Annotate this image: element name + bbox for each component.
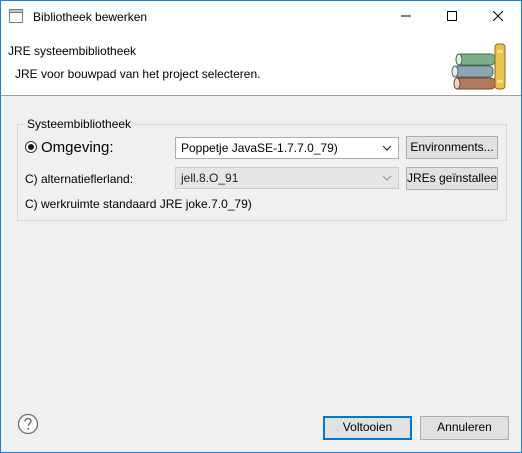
maximize-button[interactable] [429, 1, 475, 31]
app-icon [9, 9, 23, 23]
close-icon [493, 11, 503, 21]
window-title: Bibliotheek bewerken [33, 10, 148, 24]
header-banner: JRE systeembibliotheek JRE voor bouwpad … [1, 31, 521, 95]
alternate-jre-select[interactable]: jell.8.O_91 [175, 167, 399, 189]
environment-label[interactable]: Omgeving: [41, 139, 114, 156]
group-label: Systeembibliotheek [25, 117, 134, 131]
environments-button[interactable]: Environments... [406, 136, 498, 159]
minimize-button[interactable] [383, 1, 429, 31]
maximize-icon [447, 11, 457, 21]
close-button[interactable] [475, 1, 521, 31]
radio-selected-dot [28, 144, 34, 150]
library-books-icon [451, 43, 506, 90]
minimize-icon [401, 15, 411, 17]
alternate-jre-label[interactable]: C) alternatieflerland: [25, 172, 133, 186]
environment-select-value: Poppetje JavaSE-1.7.7.0_79) [181, 141, 338, 155]
banner-title: JRE systeembibliotheek [8, 44, 137, 58]
environment-radio[interactable] [25, 141, 37, 153]
title-bar[interactable]: Bibliotheek bewerken [1, 1, 521, 31]
help-icon[interactable] [17, 413, 39, 435]
workspace-default-label[interactable]: C) werkruimte standaard JRE joke.7.0_79) [25, 197, 252, 211]
chevron-down-icon [382, 175, 392, 181]
chevron-down-icon [382, 145, 392, 151]
environment-select[interactable]: Poppetje JavaSE-1.7.7.0_79) [175, 137, 399, 159]
finish-button[interactable]: Voltooien [323, 416, 412, 440]
banner-separator [1, 95, 521, 96]
dialog-window: Bibliotheek bewerken JRE systeembiblioth… [0, 0, 522, 453]
cancel-button[interactable]: Annuleren [420, 416, 509, 440]
banner-description: JRE voor bouwpad van het project selecte… [15, 67, 261, 81]
installed-jres-button[interactable]: JREs geïnstalleerd... [406, 167, 498, 190]
alternate-jre-select-value: jell.8.O_91 [181, 171, 239, 185]
